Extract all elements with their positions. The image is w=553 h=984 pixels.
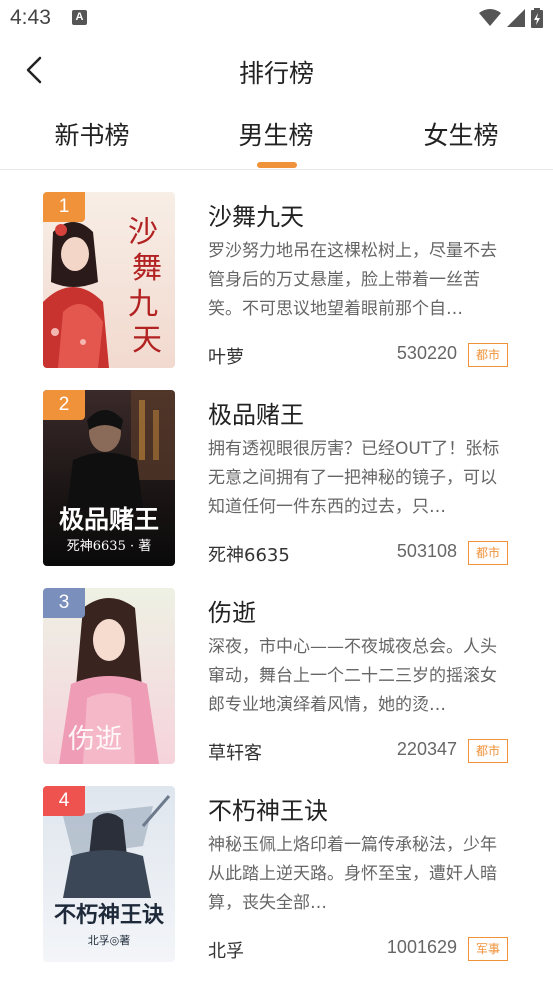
book-count: 503108 — [396, 541, 457, 561]
cover-author: 北孚◎著 — [88, 933, 131, 947]
genre-tag: 都市 — [468, 739, 508, 763]
book-title: 伤逝 — [208, 599, 256, 627]
status-icons — [479, 8, 543, 28]
book-author: 叶萝 — [208, 347, 244, 368]
book-author: 草轩客 — [208, 743, 262, 764]
battery-icon — [531, 8, 543, 28]
cover-title-char: 沙 — [128, 215, 158, 250]
genre-tag: 都市 — [468, 343, 508, 367]
cover-title: 极品赌王 — [59, 505, 159, 534]
tab-male[interactable]: 男生榜 — [206, 116, 346, 152]
genre-tag: 军事 — [468, 937, 508, 961]
tab-female[interactable]: 女生榜 — [391, 116, 531, 152]
book-title: 沙舞九天 — [208, 203, 304, 231]
page-title: 排行榜 — [238, 59, 314, 88]
book-count: 530220 — [396, 343, 457, 363]
book-author: 北孚 — [208, 941, 244, 962]
tab-bar: 新书榜 男生榜 女生榜 — [0, 104, 553, 170]
notification-icon: A — [72, 10, 87, 25]
cover-title-char: 天 — [132, 323, 162, 358]
book-title: 极品赌王 — [208, 401, 304, 429]
book-description: 神秘玉佩上烙印着一篇传承秘法，少年从此踏上逆天路。身怀至宝，遭奸人暗算，丧失全部… — [208, 835, 497, 913]
app-bar: 排行榜 — [0, 38, 553, 104]
book-cover: 沙 舞 九 天 1 — [43, 192, 175, 368]
book-count: 220347 — [396, 739, 457, 759]
cover-author: 死神6635 · 著 — [67, 539, 151, 554]
tab-active-indicator — [257, 162, 297, 168]
book-description: 罗沙努力地吊在这棵松树上，尽量不去管身后的万丈悬崖，脸上带着一丝苦笑。不可思议地… — [208, 241, 497, 319]
status-bar: 4:43 A — [0, 0, 553, 38]
signal-icon — [507, 9, 525, 27]
list-item[interactable]: 极品赌王 死神6635 · 著 2 极品赌王 拥有透视眼很厉害？已经OUT了！张… — [0, 369, 553, 567]
book-count: 1001629 — [386, 937, 457, 957]
genre-tag: 都市 — [468, 541, 508, 565]
rank-badge: 4 — [43, 786, 85, 816]
rank-badge: 1 — [43, 192, 85, 222]
book-cover: 极品赌王 死神6635 · 著 2 — [43, 390, 175, 566]
list-item[interactable]: 沙 舞 九 天 1 沙舞九天 罗沙努力地吊在这棵松树上，尽量不去管身后的万丈悬崖… — [0, 171, 553, 369]
cover-title-char: 舞 — [132, 251, 162, 286]
cover-title: 伤逝 — [68, 724, 122, 755]
rank-badge: 2 — [43, 390, 85, 420]
tab-new-books[interactable]: 新书榜 — [22, 116, 162, 152]
book-cover: 伤逝 3 — [43, 588, 175, 764]
cover-title: 不朽神王诀 — [54, 902, 164, 928]
book-description: 拥有透视眼很厉害？已经OUT了！张标无意之间拥有了一把神秘的镜子，可以知道任何一… — [208, 439, 500, 517]
rank-badge: 3 — [43, 588, 85, 618]
list-item[interactable]: 伤逝 3 伤逝 深夜，市中心——不夜城夜总会。人头窜动，舞台上一个二十二三岁的摇… — [0, 567, 553, 765]
book-cover: 不朽神王诀 北孚◎著 4 — [43, 786, 175, 962]
wifi-icon — [479, 9, 501, 26]
book-author: 死神6635 — [208, 545, 290, 566]
book-title: 不朽神王诀 — [208, 797, 328, 825]
list-item[interactable]: 不朽神王诀 北孚◎著 4 不朽神王诀 神秘玉佩上烙印着一篇传承秘法，少年从此踏上… — [0, 765, 553, 963]
cover-title-char: 九 — [128, 287, 158, 322]
status-time: 4:43 — [10, 6, 51, 29]
book-description: 深夜，市中心——不夜城夜总会。人头窜动，舞台上一个二十二三岁的摇滚女郎专业地演绎… — [208, 637, 497, 715]
